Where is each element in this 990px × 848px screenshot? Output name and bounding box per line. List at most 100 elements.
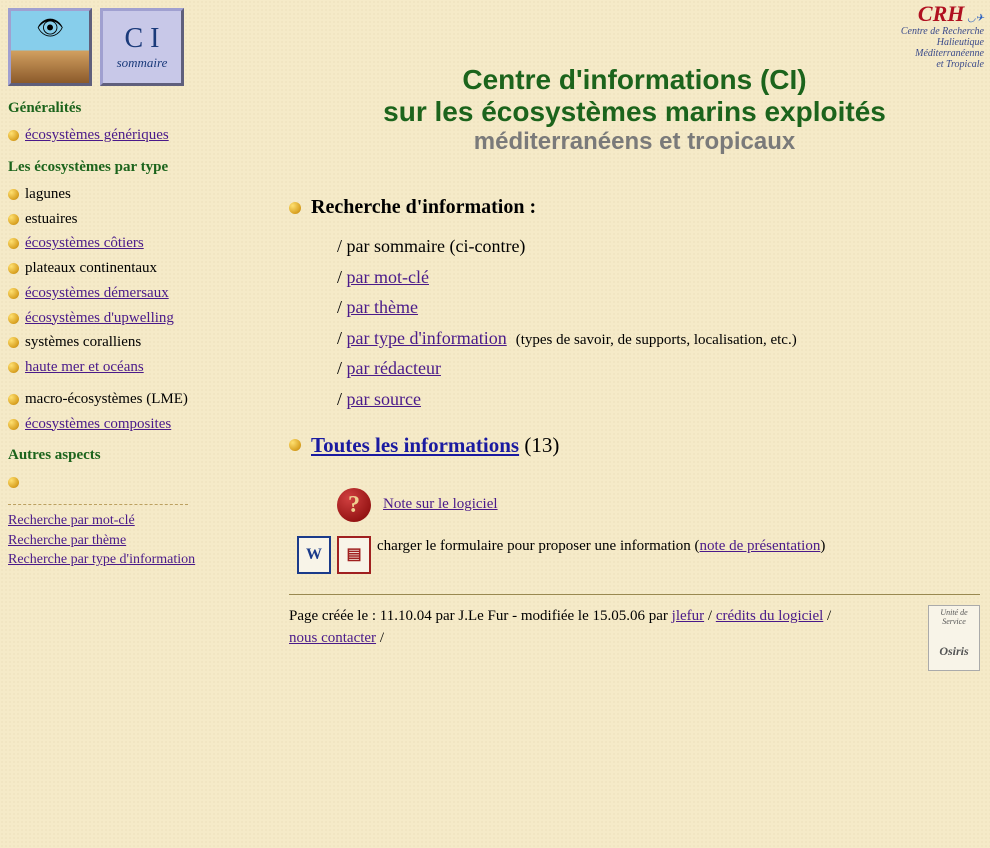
bullet-icon [289, 439, 301, 451]
footer-contact[interactable]: nous contacter [289, 630, 376, 646]
sidebar-link[interactable]: écosystèmes d'upwelling [25, 310, 174, 326]
footer-divider [289, 594, 980, 595]
page-title-block: Centre d'informations (CI) sur les écosy… [289, 64, 980, 156]
heading-type: Les écosystèmes par type [8, 159, 273, 176]
bullet-icon [8, 419, 19, 430]
list-item: écosystèmes démersaux [8, 283, 273, 305]
note-logiciel-link[interactable]: Note sur le logiciel [383, 496, 498, 513]
sidebar-label: plateaux continentaux [25, 260, 157, 276]
footer-credits[interactable]: crédits du logiciel [716, 608, 823, 624]
sidebar-link[interactable]: écosystèmes côtiers [25, 235, 144, 251]
sidebar: C I sommaire Généralités écosystèmes gén… [0, 0, 279, 580]
sidebar-label: systèmes coralliens [25, 334, 141, 350]
osiris-l1: Unité de [929, 608, 979, 617]
search-heading: Recherche d'information : [311, 196, 536, 219]
sidebar-link[interactable]: écosystèmes génériques [25, 127, 169, 143]
opt-type[interactable]: par type d'information [347, 328, 507, 348]
bullet-icon [8, 337, 19, 348]
bullet-icon [8, 238, 19, 249]
list-item: écosystèmes composites [8, 414, 273, 436]
autres-list [8, 472, 273, 494]
all-info-count: (13) [524, 433, 559, 458]
opt-motcle[interactable]: par mot-clé [347, 267, 429, 287]
list-item: haute mer et océans [8, 357, 273, 379]
sidebar-label: lagunes [25, 186, 71, 202]
main-content: CRH ◡✈ Centre de Recherche Halieutique M… [279, 0, 990, 691]
form-text: charger le formulaire pour proposer une … [377, 538, 700, 554]
list-item [8, 472, 273, 494]
list-item: systèmes coralliens [8, 332, 273, 354]
heading-generalites: Généralités [8, 100, 273, 117]
ci-sommaire-logo[interactable]: C I sommaire [100, 8, 184, 86]
ci-logo-small: sommaire [117, 55, 168, 71]
crh-logo[interactable]: CRH ◡✈ Centre de Recherche Halieutique M… [901, 2, 984, 70]
list-item: lagunes [8, 184, 273, 206]
crh-l1: Centre de Recherche [901, 26, 984, 37]
bullet-icon [8, 362, 19, 373]
bullet-icon [8, 263, 19, 274]
word-icon[interactable]: W [297, 536, 331, 574]
osiris-l3: Osiris [929, 644, 979, 659]
opt-type-note: (types de savoir, de supports, localisat… [516, 332, 797, 348]
all-info-row: Toutes les informations (13) [289, 433, 980, 458]
bullet-icon [8, 189, 19, 200]
sidebar-search-links: Recherche par mot-clé Recherche par thèm… [8, 511, 273, 570]
footer-sep3: / [376, 630, 384, 646]
list-item: plateaux continentaux [8, 258, 273, 280]
sidebar-link[interactable]: écosystèmes composites [25, 416, 171, 432]
bullet-icon [8, 214, 19, 225]
list-item: écosystèmes génériques [8, 125, 273, 147]
opt-redacteur[interactable]: par rédacteur [347, 358, 441, 378]
crh-l3: Méditerranéenne [915, 48, 984, 59]
divider [8, 504, 188, 505]
form-link[interactable]: note de présentation [700, 538, 821, 554]
type-list-2: macro-écosystèmes (LME) écosystèmes comp… [8, 389, 273, 436]
title-line2: sur les écosystèmes marins exploités [289, 96, 980, 128]
list-item: écosystèmes d'upwelling [8, 308, 273, 330]
form-row: W ▤ charger le formulaire pour proposer … [297, 536, 980, 574]
bullet-icon [8, 288, 19, 299]
crh-l2: Halieutique [937, 37, 984, 48]
search-heading-row: Recherche d'information : [289, 196, 980, 219]
sidebar-label: estuaires [25, 211, 77, 227]
type-list: lagunes estuaires écosystèmes côtiers pl… [8, 184, 273, 379]
sidebar-search-motcle[interactable]: Recherche par mot-clé [8, 513, 135, 528]
note-row: ? Note sur le logiciel [337, 488, 980, 522]
footer-sep1: / [704, 608, 716, 624]
footer-jlefur[interactable]: jlefur [672, 608, 704, 624]
sidebar-link[interactable]: haute mer et océans [25, 359, 144, 375]
bullet-icon [8, 130, 19, 141]
help-icon[interactable]: ? [337, 488, 371, 522]
title-line3: méditerranéens et tropicaux [289, 128, 980, 156]
footer-sep2: / [823, 608, 831, 624]
title-line1: Centre d'informations (CI) [289, 64, 980, 96]
footer: Page créée le : 11.10.04 par J.Le Fur - … [289, 605, 980, 650]
osiris-l2: Service [929, 617, 979, 626]
bullet-icon [8, 394, 19, 405]
sidebar-search-theme[interactable]: Recherche par thème [8, 533, 126, 548]
ci-logo-big: C I [125, 23, 160, 55]
bullet-icon [8, 313, 19, 324]
osiris-logo[interactable]: Unité de Service Osiris [928, 605, 980, 671]
search-options: / par sommaire (ci-contre) / par mot-clé… [337, 231, 980, 415]
sidebar-label: macro-écosystèmes (LME) [25, 391, 188, 407]
generalites-list: écosystèmes génériques [8, 125, 273, 147]
crh-abbr: CRH [918, 1, 964, 26]
list-item: macro-écosystèmes (LME) [8, 389, 273, 411]
list-item: estuaires [8, 209, 273, 231]
heading-autres: Autres aspects [8, 447, 273, 464]
top-logos: C I sommaire [8, 8, 273, 86]
sidebar-search-type[interactable]: Recherche par type d'information [8, 552, 195, 567]
all-info-link[interactable]: Toutes les informations [311, 433, 519, 458]
crh-l4: et Tropicale [936, 59, 984, 70]
sidebar-link[interactable]: écosystèmes démersaux [25, 285, 169, 301]
list-item: écosystèmes côtiers [8, 233, 273, 255]
opt-theme[interactable]: par thème [347, 297, 418, 317]
opt-sommaire: par sommaire (ci-contre) [347, 236, 526, 256]
footer-prefix: Page créée le : 11.10.04 par J.Le Fur - … [289, 608, 672, 624]
eye-logo[interactable] [8, 8, 92, 86]
bullet-icon [289, 202, 301, 214]
form-close: ) [820, 538, 825, 554]
pdf-icon[interactable]: ▤ [337, 536, 371, 574]
opt-source[interactable]: par source [347, 389, 421, 409]
